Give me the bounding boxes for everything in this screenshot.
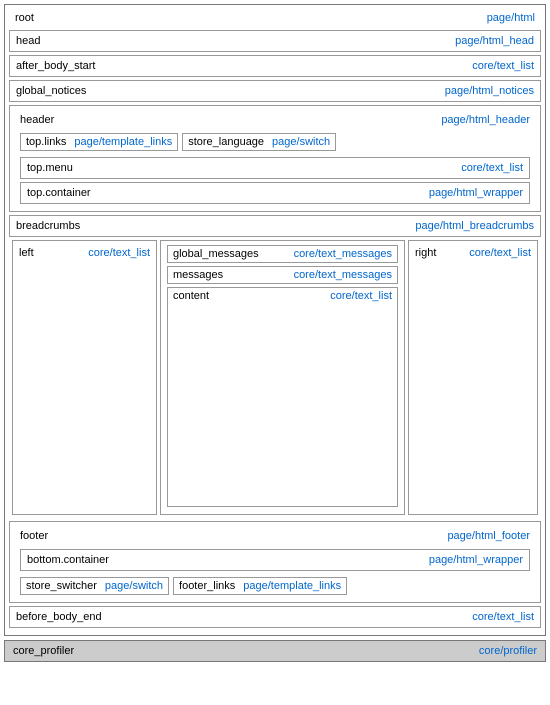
top-links-label: top.links — [26, 136, 66, 148]
head-block: head page/html_head — [9, 30, 541, 52]
root-type-display: page/html — [487, 12, 535, 24]
store-language-block: store_language page/switch — [182, 133, 336, 151]
global-messages-type: core/text_messages — [294, 248, 392, 260]
store-switcher-label: store_switcher — [26, 580, 97, 592]
root-label-row: root page/html_head page/html — [9, 9, 541, 27]
breadcrumbs-block: breadcrumbs page/html_breadcrumbs — [9, 215, 541, 237]
header-block: header page/html_header top.links page/t… — [9, 105, 541, 212]
bottom-container-label: bottom.container — [27, 554, 109, 566]
content-type: core/text_list — [330, 290, 392, 302]
global-messages-label: global_messages — [173, 248, 259, 260]
head-label: head — [16, 35, 40, 47]
global-notices-block: global_notices page/html_notices — [9, 80, 541, 102]
header-label: header — [20, 114, 54, 126]
footer-block: footer page/html_footer bottom.container… — [9, 521, 541, 603]
right-col-type: core/text_list — [469, 247, 531, 259]
left-col-type: core/text_list — [88, 247, 150, 259]
before-body-end-label: before_body_end — [16, 611, 102, 623]
global-messages-block: global_messages core/text_messages — [167, 245, 398, 263]
footer-links-block: footer_links page/template_links — [173, 577, 347, 595]
top-container-type: page/html_wrapper — [429, 187, 523, 199]
before-body-end-block: before_body_end core/text_list — [9, 606, 541, 628]
core-profiler-label: core_profiler — [13, 645, 74, 657]
messages-type: core/text_messages — [294, 269, 392, 281]
top-menu-block: top.menu core/text_list — [20, 157, 530, 179]
three-col-layout: left core/text_list global_messages core… — [9, 240, 541, 518]
top-menu-label: top.menu — [27, 162, 73, 174]
content-block: content core/text_list — [167, 287, 398, 507]
store-language-type: page/switch — [272, 136, 330, 148]
after-body-start-block: after_body_start core/text_list — [9, 55, 541, 77]
store-switcher-type: page/switch — [105, 580, 163, 592]
global-notices-type: page/html_notices — [445, 85, 534, 97]
left-col-label: left — [19, 247, 34, 259]
messages-label: messages — [173, 269, 223, 281]
store-switcher-block: store_switcher page/switch — [20, 577, 169, 595]
root-container: root page/html_head page/html head page/… — [4, 4, 546, 636]
footer-type: page/html_footer — [447, 530, 530, 542]
top-container-label: top.container — [27, 187, 91, 199]
head-type: page/html_head — [455, 35, 534, 47]
top-container-block: top.container page/html_wrapper — [20, 182, 530, 204]
breadcrumbs-type: page/html_breadcrumbs — [415, 220, 534, 232]
root-label: root — [15, 12, 34, 24]
after-body-start-type: core/text_list — [472, 60, 534, 72]
content-label: content — [173, 290, 209, 302]
breadcrumbs-label: breadcrumbs — [16, 220, 80, 232]
bottom-container-block: bottom.container page/html_wrapper — [20, 549, 530, 571]
global-notices-label: global_notices — [16, 85, 86, 97]
footer-label: footer — [20, 530, 48, 542]
header-type: page/html_header — [441, 114, 530, 126]
top-links-type: page/template_links — [74, 136, 172, 148]
messages-block: messages core/text_messages — [167, 266, 398, 284]
core-profiler-bar: core_profiler core/profiler — [4, 640, 546, 662]
core-profiler-type: core/profiler — [479, 645, 537, 657]
footer-links-type: page/template_links — [243, 580, 341, 592]
left-col: left core/text_list — [12, 240, 157, 515]
top-menu-type: core/text_list — [461, 162, 523, 174]
after-body-start-label: after_body_start — [16, 60, 96, 72]
right-col: right core/text_list — [408, 240, 538, 515]
top-links-block: top.links page/template_links — [20, 133, 178, 151]
middle-col: global_messages core/text_messages messa… — [160, 240, 405, 515]
bottom-container-type: page/html_wrapper — [429, 554, 523, 566]
footer-links-label: footer_links — [179, 580, 235, 592]
before-body-end-type: core/text_list — [472, 611, 534, 623]
right-col-label: right — [415, 247, 436, 259]
store-language-label: store_language — [188, 136, 264, 148]
